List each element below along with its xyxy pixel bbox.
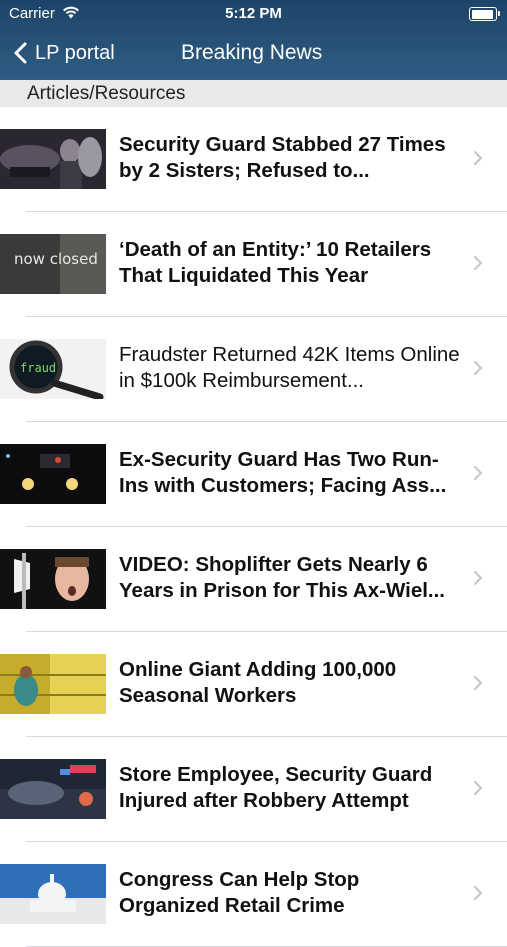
article-title: Security Guard Stabbed 27 Times by 2 Sis… xyxy=(119,133,446,182)
chevron-right-icon xyxy=(474,466,483,480)
article-title: Store Employee, Security Guard Injured a… xyxy=(119,763,433,812)
article-title: Fraudster Returned 42K Items Online in $… xyxy=(119,343,460,392)
article-row[interactable]: now closed ‘Death of an Entity:’ 10 Reta… xyxy=(0,212,507,317)
article-title: Ex-Security Guard Has Two Run-Ins with C… xyxy=(119,448,447,497)
article-list: Security Guard Stabbed 27 Times by 2 Sis… xyxy=(0,107,507,947)
article-title: VIDEO: Shoplifter Gets Nearly 6 Years in… xyxy=(119,553,445,602)
thumb-sign-text: now closed xyxy=(14,250,98,268)
article-row[interactable]: Store Employee, Security Guard Injured a… xyxy=(0,737,507,842)
article-thumbnail xyxy=(0,654,106,714)
article-title: Congress Can Help Stop Organized Retail … xyxy=(119,868,360,917)
back-button[interactable]: LP portal xyxy=(14,38,115,68)
article-row[interactable]: Security Guard Stabbed 27 Times by 2 Sis… xyxy=(0,107,507,212)
page-title: Breaking News xyxy=(181,41,323,64)
article-thumbnail: now closed xyxy=(0,234,106,294)
article-thumbnail xyxy=(0,759,106,819)
chevron-right-icon xyxy=(474,886,483,900)
chevron-left-icon xyxy=(14,42,27,64)
chevron-right-icon xyxy=(474,361,483,375)
article-row[interactable]: Online Giant Adding 100,000 Seasonal Wor… xyxy=(0,632,507,737)
article-title: Online Giant Adding 100,000 Seasonal Wor… xyxy=(119,658,397,707)
navigation-header: Carrier 5:12 PM LP portal Breaking News xyxy=(0,0,507,80)
article-row[interactable]: VIDEO: Shoplifter Gets Nearly 6 Years in… xyxy=(0,527,507,632)
section-header: Articles/Resources xyxy=(0,80,507,107)
chevron-right-icon xyxy=(474,676,483,690)
chevron-right-icon xyxy=(474,151,483,165)
article-thumbnail xyxy=(0,129,106,189)
status-bar: Carrier 5:12 PM xyxy=(0,0,507,28)
status-time: 5:12 PM xyxy=(225,5,282,22)
article-row[interactable]: Ex-Security Guard Has Two Run-Ins with C… xyxy=(0,422,507,527)
section-title: Articles/Resources xyxy=(27,83,186,104)
chevron-right-icon xyxy=(474,256,483,270)
article-thumbnail: fraud xyxy=(0,339,106,399)
back-button-label: LP portal xyxy=(35,41,115,64)
chevron-right-icon xyxy=(474,781,483,795)
battery-icon xyxy=(469,7,500,21)
article-row[interactable]: Congress Can Help Stop Organized Retail … xyxy=(0,842,507,947)
article-thumbnail xyxy=(0,864,106,924)
article-thumbnail xyxy=(0,444,106,504)
article-thumbnail xyxy=(0,549,106,609)
article-title: ‘Death of an Entity:’ 10 Retailers That … xyxy=(119,238,432,287)
chevron-right-icon xyxy=(474,571,483,585)
article-row[interactable]: fraud Fraudster Returned 42K Items Onlin… xyxy=(0,317,507,422)
thumb-magnifier-text: fraud xyxy=(20,361,56,375)
